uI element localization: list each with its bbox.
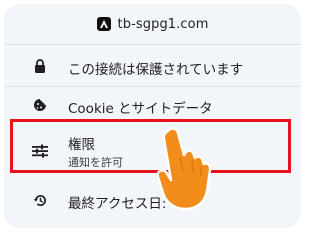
cookies-site-data-item[interactable]: Cookie とサイトデータ [4,87,301,123]
divider [4,44,301,45]
cookie-icon [32,97,48,113]
site-domain: tb-sgpg1.com [117,16,209,32]
cookies-site-data-label: Cookie とサイトデータ [68,101,213,117]
site-header: tb-sgpg1.com [4,4,301,44]
pointing-hand-icon [156,127,212,211]
history-icon [32,192,48,208]
connection-secure-label: この接続は保護されています [68,62,244,78]
a-logo-icon [96,17,111,31]
lock-icon [32,58,48,74]
connection-secure-item[interactable]: この接続は保護されています [4,46,301,86]
